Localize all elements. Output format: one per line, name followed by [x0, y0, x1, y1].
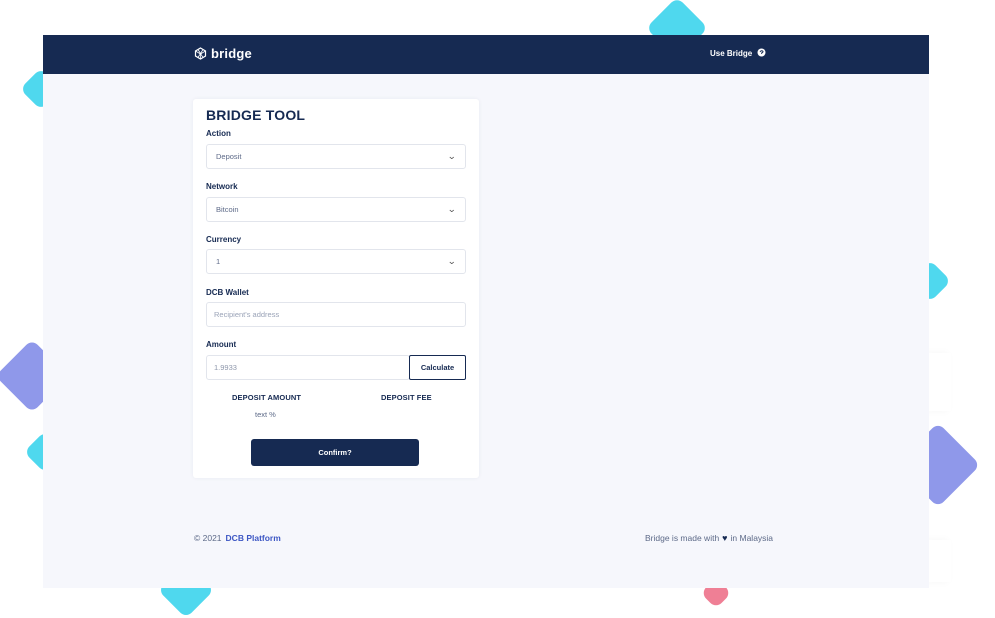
calculate-button[interactable]: Calculate [409, 355, 466, 380]
confirm-button[interactable]: Confirm? [251, 439, 419, 466]
amount-value: 1.9933 [214, 363, 237, 372]
network-label: Network [206, 182, 238, 191]
amount-input[interactable]: 1.9933 [206, 355, 410, 380]
action-label: Action [206, 129, 231, 138]
made-with-prefix: Bridge is made with [645, 533, 720, 543]
bridge-tool-card: BRIDGE TOOL Action Deposit ⌄ Network Bit… [193, 99, 479, 478]
network-select-value: Bitcoin [216, 205, 239, 214]
wallet-address-input[interactable]: Recipient's address [206, 302, 466, 327]
help-circle-icon [757, 48, 766, 59]
amount-label: Amount [206, 340, 237, 349]
currency-select-value: 1 [216, 257, 221, 266]
chevron-down-icon: ⌄ [447, 204, 457, 214]
deposit-amount-value: text % [255, 410, 276, 419]
chevron-down-icon: ⌄ [447, 256, 457, 266]
use-bridge-link[interactable]: Use Bridge [710, 48, 766, 59]
dcb-platform-link[interactable]: DCB Platform [226, 533, 281, 543]
action-select[interactable]: Deposit ⌄ [206, 144, 466, 169]
wallet-address-placeholder: Recipient's address [214, 310, 280, 319]
card-title: BRIDGE TOOL [206, 107, 306, 123]
made-with-suffix: in Malaysia [730, 533, 774, 543]
use-bridge-label: Use Bridge [710, 49, 753, 58]
currency-select[interactable]: 1 ⌄ [206, 249, 466, 274]
side-panel-shade [929, 353, 951, 411]
deposit-fee-heading: DEPOSIT FEE [381, 393, 432, 402]
brand-logo[interactable]: bridge [194, 46, 252, 61]
footer-made-with: Bridge is made with ♥ in Malaysia [645, 533, 773, 543]
action-select-value: Deposit [216, 152, 242, 161]
wallet-label: DCB Wallet [206, 288, 249, 297]
bridge-logo-icon [194, 47, 207, 60]
footer-copyright: © 2021 DCB Platform [194, 533, 281, 543]
app-window: bridge Use Bridge BRIDGE TOOL Action Dep… [43, 35, 929, 588]
deposit-amount-heading: DEPOSIT AMOUNT [232, 393, 302, 402]
heart-icon: ♥ [722, 533, 728, 543]
top-navbar: bridge Use Bridge [43, 35, 929, 74]
copyright-text: © 2021 [194, 533, 222, 543]
network-select[interactable]: Bitcoin ⌄ [206, 197, 466, 222]
side-panel-shade [929, 540, 951, 582]
brand-name: bridge [211, 46, 252, 61]
currency-label: Currency [206, 235, 242, 244]
chevron-down-icon: ⌄ [447, 151, 457, 161]
